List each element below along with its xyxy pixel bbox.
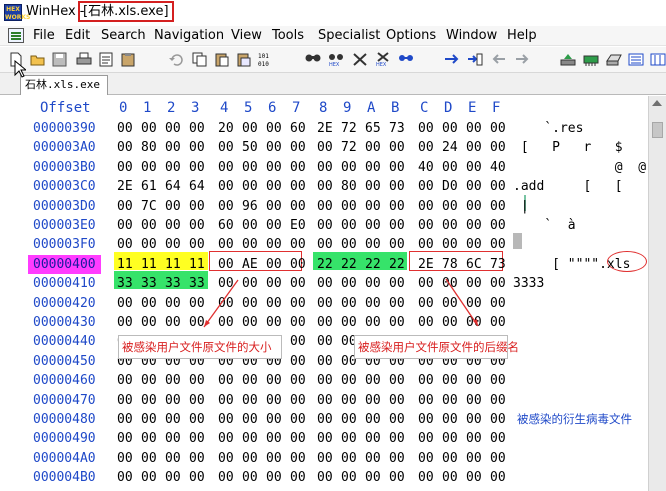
- binary-icon[interactable]: 101 010: [258, 52, 274, 67]
- vertical-scrollbar[interactable]: [648, 96, 666, 491]
- menu-file[interactable]: File: [33, 27, 55, 44]
- goto-icon[interactable]: [467, 52, 483, 67]
- goto-offset-icon[interactable]: [444, 52, 460, 67]
- menu-tools[interactable]: Tools: [272, 27, 304, 44]
- toolbar: 101 010 HEX HEX: [0, 47, 666, 73]
- disk-editor-icon[interactable]: [560, 52, 576, 67]
- print-icon[interactable]: [76, 52, 92, 67]
- replace-hex-icon[interactable]: HEX: [375, 52, 391, 67]
- svg-text:101: 101: [258, 53, 269, 60]
- scroll-thumb[interactable]: [652, 122, 663, 138]
- undo-icon[interactable]: [168, 52, 184, 67]
- paste-special-icon[interactable]: [236, 52, 252, 67]
- winhex-app-icon[interactable]: HEX WORKS: [4, 4, 30, 21]
- menu-search[interactable]: Search: [101, 27, 146, 44]
- annotation-arrows: [203, 278, 479, 328]
- paste-icon[interactable]: [214, 52, 230, 67]
- document-icon[interactable]: [8, 28, 24, 43]
- open-folder-icon[interactable]: [30, 52, 46, 67]
- clipboard-icon[interactable]: [120, 52, 136, 67]
- svg-text:010: 010: [258, 61, 269, 67]
- menu-view[interactable]: View: [231, 27, 262, 44]
- title-bar: HEX WORKS WinHex - [石林.xls.exe]: [0, 0, 666, 26]
- copy-icon[interactable]: [192, 52, 208, 67]
- menu-options[interactable]: Options: [386, 27, 436, 44]
- svg-text:HEX: HEX: [376, 62, 387, 67]
- hex-editor-view[interactable]: Offset 0123456789ABCDEF 00000390 00 00 00 00…: [0, 96, 666, 491]
- document-tab-strip: 石林.xls.exe: [0, 73, 666, 95]
- hash-icon[interactable]: [650, 52, 666, 67]
- back-icon[interactable]: [491, 52, 507, 67]
- find-icon[interactable]: [305, 52, 321, 67]
- replace-icon[interactable]: [352, 52, 368, 67]
- menu-help[interactable]: Help: [507, 27, 537, 44]
- tab-document[interactable]: 石林.xls.exe: [20, 75, 108, 95]
- forward-icon[interactable]: [514, 52, 530, 67]
- menu-specialist[interactable]: Specialist: [318, 27, 380, 44]
- mouse-cursor-icon: [14, 60, 26, 78]
- menu-window[interactable]: Window: [446, 27, 497, 44]
- window-title: WinHex -: [26, 4, 85, 19]
- find-again-icon[interactable]: [398, 52, 414, 67]
- window-title-document: [石林.xls.exe]: [78, 1, 174, 22]
- menu-edit[interactable]: Edit: [65, 27, 90, 44]
- properties-icon[interactable]: [98, 52, 114, 67]
- svg-text:HEX: HEX: [329, 62, 340, 67]
- calculator-icon[interactable]: [628, 52, 644, 67]
- menu-navigation[interactable]: Navigation: [154, 27, 224, 44]
- find-hex-icon[interactable]: HEX: [328, 52, 344, 67]
- drive-icon[interactable]: [606, 52, 622, 67]
- scroll-up-icon[interactable]: [652, 100, 662, 106]
- menu-bar: File Edit Search Navigation View Tools S…: [0, 26, 666, 46]
- save-icon[interactable]: [52, 52, 68, 67]
- ram-editor-icon[interactable]: [583, 52, 599, 67]
